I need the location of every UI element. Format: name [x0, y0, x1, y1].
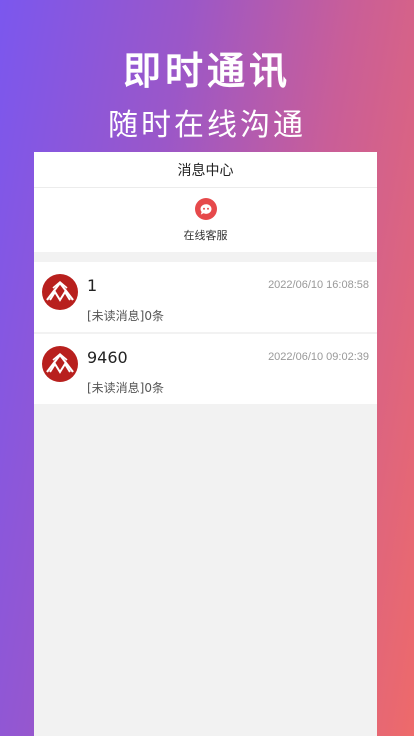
- conversation-item[interactable]: 9460 2022/06/10 09:02:39 [未读消息]0条: [34, 334, 377, 406]
- header-bar: 消息中心: [34, 152, 377, 188]
- conversation-item[interactable]: 1 2022/06/10 16:08:58 [未读消息]0条: [34, 262, 377, 334]
- online-service-button[interactable]: 在线客服: [34, 188, 377, 252]
- conversation-time: 2022/06/10 09:02:39: [268, 351, 369, 363]
- conversation-name: 9460: [87, 348, 128, 367]
- avatar: [42, 274, 78, 310]
- avatar: [42, 346, 78, 382]
- hero-subtitle: 随时在线沟通: [108, 108, 306, 143]
- online-service-label: 在线客服: [183, 229, 228, 242]
- conversation-preview: [未读消息]0条: [87, 381, 164, 395]
- conversation-preview: [未读消息]0条: [87, 309, 164, 323]
- chat-bubble-icon: [194, 198, 217, 220]
- page-title: 消息中心: [177, 162, 234, 179]
- hero-title: 即时通讯: [122, 49, 291, 93]
- phone-screen: 消息中心 在线客服 1 2022/06/10 16:08:58 [未读消息]0条…: [34, 152, 377, 736]
- conversation-time: 2022/06/10 16:08:58: [268, 279, 369, 291]
- conversation-name: 1: [87, 276, 98, 295]
